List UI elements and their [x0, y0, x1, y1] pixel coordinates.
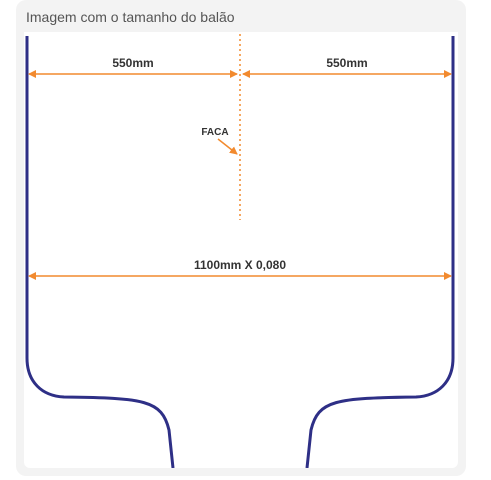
knife-pointer-arrow — [217, 138, 238, 155]
dimension-label-left: 550mm — [112, 56, 153, 70]
balloon-outline-left — [25, 36, 175, 468]
balloon-outline-right — [305, 36, 455, 468]
image-caption: Imagem com o tamanho do balão — [26, 9, 235, 25]
image-card: Imagem com o tamanho do balão 550mm 550m… — [16, 0, 466, 476]
dimension-label-total: 1100mm X 0,080 — [194, 258, 286, 272]
knife-label: FACA — [201, 127, 228, 138]
dimension-label-right: 550mm — [326, 56, 367, 70]
balloon-size-drawing: 550mm 550mm FACA 1100mm X 0,080 — [24, 32, 458, 468]
balloon-diagram-svg: 550mm 550mm FACA 1100mm X 0,080 — [25, 34, 455, 468]
